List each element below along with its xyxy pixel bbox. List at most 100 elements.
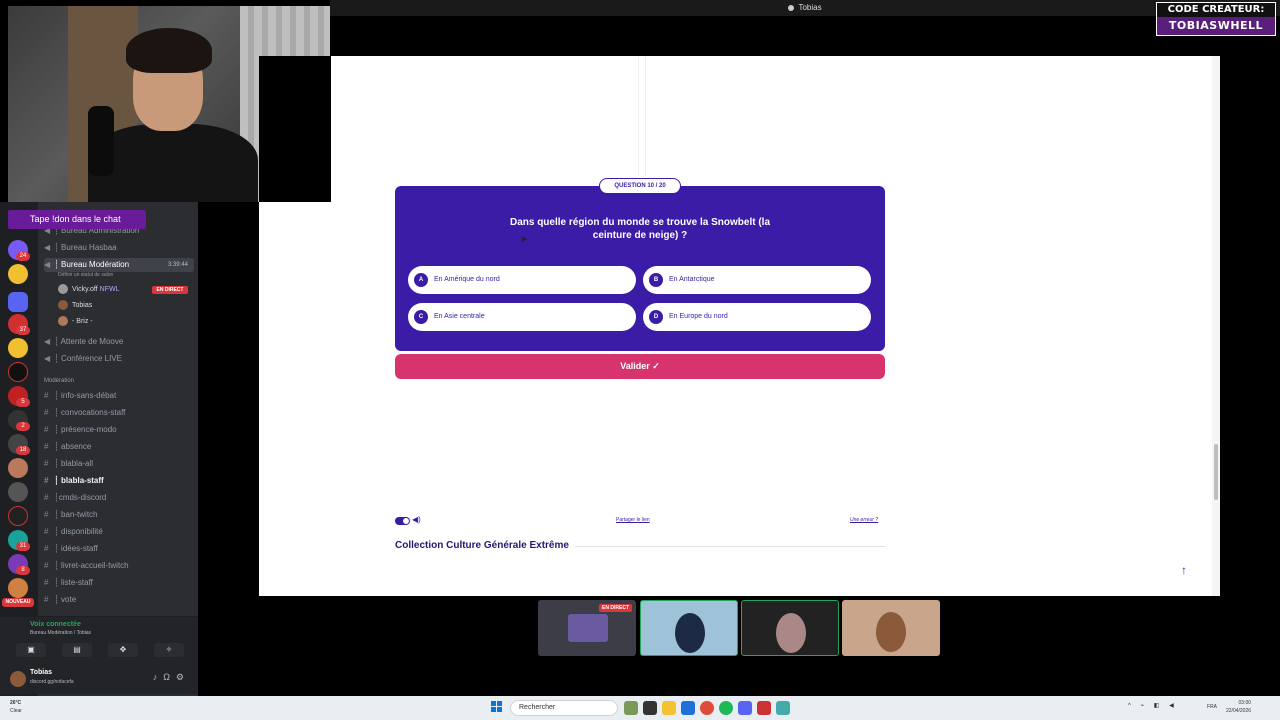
text-channel[interactable]: # ┊ présence-modo [44,423,194,437]
language-indicator[interactable]: FRA [1207,704,1217,710]
text-channel[interactable]: # ┊ idées-staff [44,542,194,556]
hash-icon: # [44,544,49,553]
voice-channel-active[interactable]: ◀ ┊ Bureau Modération 3:39:44 [44,258,194,272]
screen-share-preview [568,614,608,642]
soundboard-icon[interactable]: ✧ [154,643,184,657]
avatar [58,284,68,295]
server-icon[interactable] [8,506,28,526]
app-icon[interactable] [757,701,771,715]
answer-option-a[interactable]: A En Amérique du nord [408,266,636,294]
server-icon[interactable] [8,338,28,358]
participant-figure [675,613,705,653]
voice-channel[interactable]: ◀ ┊ Attente de Moove [44,335,194,349]
live-badge: EN DIRECT [599,604,632,612]
participant-tile[interactable] [741,600,839,656]
category-header[interactable]: Modération [44,378,74,384]
live-badge: EN DIRECT [152,286,188,294]
headphones-icon[interactable]: Ω [163,672,176,682]
hash-icon: # [44,510,49,519]
folder-icon[interactable] [8,292,28,312]
page-scrollbar[interactable] [1212,56,1220,596]
server-badge: 5 [16,398,30,407]
text-channel[interactable]: # ┊ livret-accueil-twitch [44,559,194,573]
question-counter: QUESTION 10 / 20 [599,178,681,194]
voice-status: Voix connectée [30,621,81,628]
text-channel[interactable]: # ┊ liste-staff [44,576,194,590]
server-icon[interactable] [8,362,28,382]
voice-user[interactable]: - Briz - [58,315,93,329]
answer-option-c[interactable]: C En Asie centrale [408,303,636,331]
microphone-icon[interactable]: ♪ [153,672,164,682]
new-badge: NOUVEAU [2,598,34,607]
server-badge: 8 [16,566,30,575]
text-channel[interactable]: # ┊cmds-discord [44,491,194,505]
chat-prompt-overlay: Tape !don dans le chat [8,210,146,229]
discord-icon[interactable] [738,701,752,715]
server-icon[interactable] [8,458,28,478]
voice-user[interactable]: Tobias [58,299,92,313]
voice-location[interactable]: Bureau Modération / Tobias [30,630,91,636]
option-label: En Europe du nord [669,313,728,320]
chrome-icon[interactable] [700,701,714,715]
windows-start-icon[interactable] [491,701,503,713]
text-channel[interactable]: # ┊ absence [44,440,194,454]
channel-status-hint[interactable]: Définir un statut de salon [58,272,113,278]
option-letter: B [649,273,663,287]
clock[interactable]: 03:00 22/04/2026 [1226,699,1251,715]
answer-option-b[interactable]: B En Antarctique [643,266,871,294]
activities-icon[interactable]: ✥ [108,643,138,657]
text-channel[interactable]: # ┊ vote [44,593,194,607]
gear-icon[interactable]: ⚙ [176,672,190,682]
speaker-icon: ◀ [44,260,51,269]
option-label: En Antarctique [669,276,715,283]
text-channel[interactable]: # ┊ info-sans-débat [44,389,194,403]
answer-option-d[interactable]: D En Europe du nord [643,303,871,331]
screen: Tobias CODE CREATEUR: TOBIASWHELL 24 37 … [0,0,1280,720]
camera-off-icon[interactable]: ▣ [16,643,46,657]
report-error-link[interactable]: Une erreur ? [850,517,878,523]
app-icon[interactable] [643,701,657,715]
voice-channel[interactable]: ◀ ┊ Conférence LIVE [44,352,194,366]
option-letter: A [414,273,428,287]
server-icon[interactable] [8,578,28,598]
avatar[interactable] [10,671,26,687]
user-tag: NFWL [99,286,120,293]
server-icon[interactable] [8,264,28,284]
user-controls: ♪Ω⚙ [153,672,190,683]
voice-user[interactable]: Vicky.off NFWL [58,283,119,297]
scroll-top-icon[interactable]: ↑ [1176,562,1192,578]
app-icon[interactable] [776,701,790,715]
weather-widget[interactable]: 26°C Clear [10,699,22,715]
validate-button[interactable]: Valider ✓ [395,354,885,379]
collection-title[interactable]: Collection Culture Générale Extrême [395,540,569,551]
server-icon[interactable] [8,482,28,502]
sound-toggle[interactable] [395,517,410,525]
text-channel[interactable]: # ┊ blabla-all [44,457,194,471]
text-channel-unread[interactable]: # ┊ blabla-staff [44,474,194,488]
share-link[interactable]: Partager le lien [616,517,650,523]
scrollbar-thumb[interactable] [1214,444,1218,500]
speaker-icon: ◀ [44,337,51,346]
voice-channel[interactable]: ◀ ┊ Bureau Hasbaa [44,241,194,255]
screen-share-icon[interactable]: ▤ [62,643,92,657]
text-channel[interactable]: # ┊ ban-twitch [44,508,194,522]
voice-connection-panel: Voix connectée Bureau Modération / Tobia… [0,616,198,664]
folder-icon[interactable] [662,701,676,715]
app-icon[interactable] [624,701,638,715]
creator-code-label: CODE CREATEUR: [1157,3,1275,17]
user-status: discord.gg/nofacefa [30,679,74,685]
hash-icon: # [44,408,49,417]
taskbar-search[interactable]: Rechercher [510,700,618,716]
speaker-icon: ◀) [412,515,421,524]
taskbar: 26°C Clear Rechercher ^ ⌁ ◧ ◀ FRA 03:00 22… [0,696,1280,720]
text-channel[interactable]: # ┊ convocations-staff [44,406,194,420]
avatar [58,316,68,327]
participant-tile[interactable] [842,600,940,656]
text-channel[interactable]: # ┊ disponibilité [44,525,194,539]
window-title-bar: Tobias [330,0,1280,16]
stream-tile[interactable]: EN DIRECT [538,600,636,656]
system-tray[interactable]: ^ ⌁ ◧ ◀ [1128,702,1178,709]
spotify-icon[interactable] [719,701,733,715]
participant-tile[interactable] [640,600,738,656]
store-icon[interactable] [681,701,695,715]
